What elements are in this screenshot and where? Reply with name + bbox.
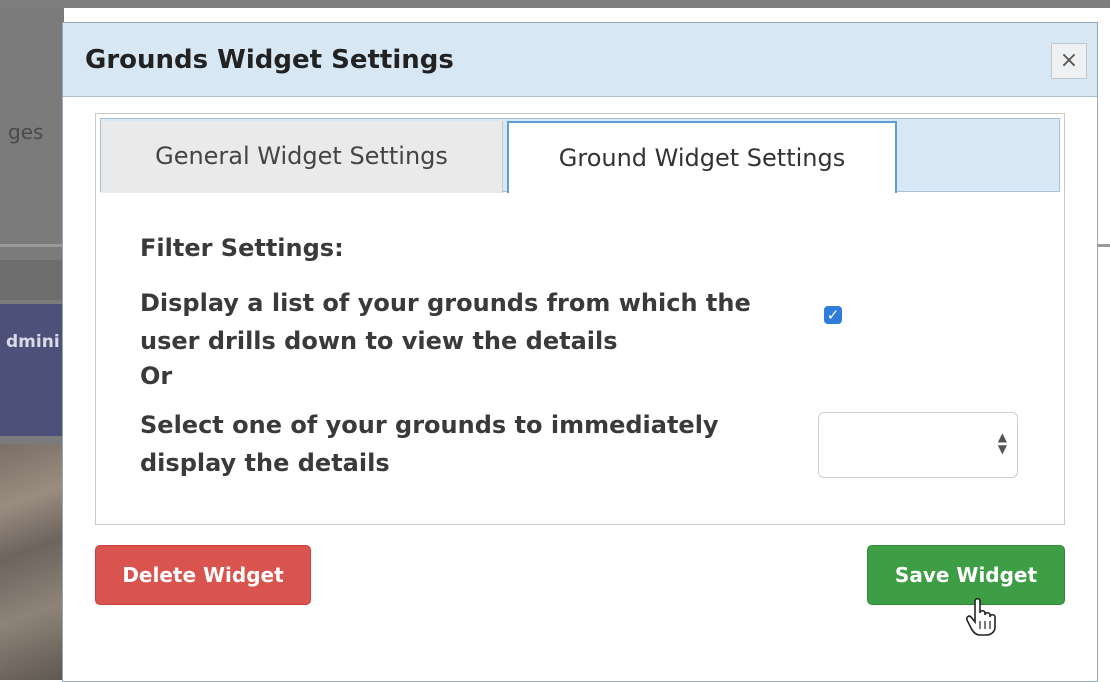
background-block	[0, 260, 64, 300]
or-label: Or	[140, 362, 173, 390]
ground-select[interactable]: ▲ ▼	[818, 412, 1018, 478]
filter-settings-heading: Filter Settings:	[140, 234, 344, 262]
modal-header: Grounds Widget Settings ×	[63, 23, 1097, 97]
close-icon: ×	[1059, 48, 1079, 73]
option-select-label: Select one of your grounds to immediatel…	[140, 411, 719, 477]
background-admin-text: dmini	[6, 332, 60, 352]
tab-general-widget-settings[interactable]: General Widget Settings	[101, 121, 503, 193]
display-list-checkbox[interactable]: ✓	[824, 306, 842, 324]
tab-bar: General Widget Settings Ground Widget Se…	[100, 118, 1060, 193]
background-nav-text: ges	[8, 120, 44, 144]
tab-ground-widget-settings[interactable]: Ground Widget Settings	[507, 121, 897, 193]
close-button[interactable]: ×	[1051, 43, 1087, 79]
background-admin-banner	[0, 304, 64, 436]
settings-panel: General Widget Settings Ground Widget Se…	[95, 113, 1065, 525]
save-widget-button[interactable]: Save Widget	[867, 545, 1065, 605]
hand-pointer-icon	[966, 597, 996, 636]
delete-widget-button[interactable]: Delete Widget	[95, 545, 311, 605]
check-icon: ✓	[826, 306, 840, 324]
background-topbar	[0, 0, 1110, 8]
option-list-label: Display a list of your grounds from whic…	[140, 289, 751, 355]
modal-title: Grounds Widget Settings	[85, 45, 454, 75]
grounds-widget-settings-modal: Grounds Widget Settings × General Widget…	[62, 22, 1098, 682]
background-photo	[0, 444, 64, 680]
select-arrows-icon: ▲ ▼	[997, 430, 1007, 456]
